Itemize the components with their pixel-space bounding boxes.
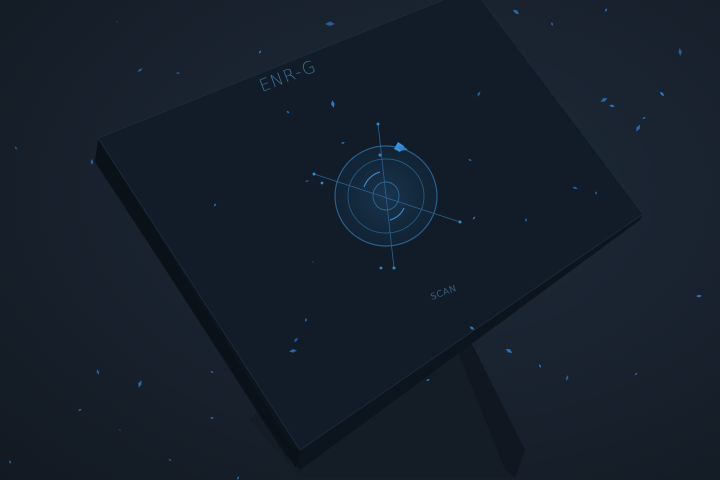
particle-shard [176, 72, 180, 74]
particle-shard [96, 369, 100, 375]
particle-shard [659, 91, 665, 97]
particle-shard [325, 21, 335, 26]
particle-shard [259, 50, 261, 54]
particle-shard [168, 458, 172, 462]
particle-shard [505, 349, 513, 353]
particle-shard [635, 124, 641, 132]
particle-shard [210, 417, 214, 419]
particle-shard [237, 476, 239, 480]
particle-shard [9, 460, 11, 464]
particle-shard [119, 429, 121, 431]
device-scene: ENR-G SCAN [9, 0, 702, 480]
particle-shard [138, 380, 142, 388]
particle-shard [634, 372, 638, 376]
particle-shard [600, 98, 608, 102]
particle-shard [90, 159, 94, 165]
particle-shard [137, 68, 143, 72]
particle-shard [539, 364, 541, 368]
particle-shard [609, 104, 615, 108]
particle-shard [210, 370, 214, 374]
particle-shard [696, 294, 702, 298]
particle-shard [605, 8, 607, 12]
particle-shard [551, 22, 553, 26]
particle-shard [78, 408, 82, 412]
particle-shard [14, 146, 18, 150]
particle-shard [642, 117, 646, 119]
particle-shard [565, 375, 569, 381]
particle-shard [678, 48, 682, 56]
particle-shard [116, 21, 118, 23]
particle-shard [512, 9, 520, 15]
